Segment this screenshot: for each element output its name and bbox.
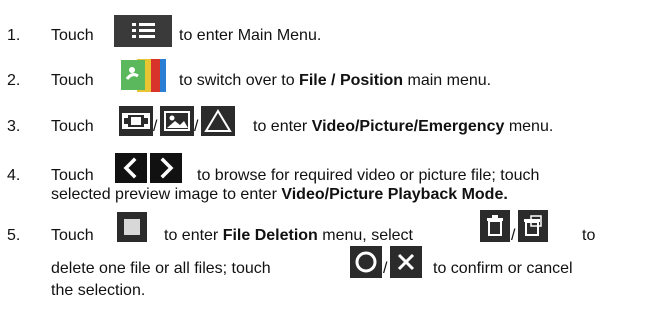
instruction-list: 1. Touch to enter Main Menu. 2. Touch to… [0,0,645,316]
icon-separator: / [511,227,516,244]
step-touch-label: Touch [51,72,94,89]
step-number: 2. [7,72,21,89]
icon-separator: / [153,118,158,135]
step-bold-text: Video/Picture/Emergency [311,118,505,135]
step-touch-label: Touch [51,227,94,244]
picture-icon [160,106,194,136]
icon-separator: / [194,118,199,135]
step-text-line3: to confirm or cancel [433,260,573,277]
step-number: 3. [7,118,21,135]
step-number: 1. [7,27,21,44]
step-bold-text: File Deletion [222,227,318,244]
step-text-line2: delete one file or all files; touch [51,260,271,277]
step-text-after: main menu. [403,72,492,89]
step-text-line2: selected preview image to enter [51,186,282,203]
step-text-line4: the selection. [51,282,146,299]
file-position-icon [115,59,173,92]
previous-icon [115,153,147,183]
step-to-label: to [582,227,596,244]
step-text: to enter [253,118,312,135]
step-number: 4. [7,167,21,184]
step-touch-label: Touch [51,118,94,135]
step-touch-label: Touch [51,167,94,184]
video-icon [119,106,153,136]
step-text-container: to switch over to File / Position main m… [179,72,491,90]
step-text-container: selected preview image to enter Video/Pi… [51,186,508,204]
icon-separator: / [383,260,388,277]
step-bold-text: Video/Picture Playback Mode. [281,186,508,203]
step-text-container: to enter File Deletion menu, select [164,227,413,245]
step-text-after: menu. [504,118,554,135]
step-touch-label: Touch [51,27,94,44]
file-deletion-icon [117,212,147,242]
delete-all-icon [518,210,548,242]
main-menu-icon [114,15,172,47]
step-text: to enter [164,227,223,244]
step-bold-text: File / Position [299,72,404,89]
step-text-container: to enter Video/Picture/Emergency menu. [253,118,553,136]
next-icon [150,153,182,183]
step-text: to browse for required video or picture … [197,167,540,184]
step-text-after: menu, select [317,227,413,244]
step-number: 5. [7,227,21,244]
step-text: to switch over to [179,72,300,89]
emergency-icon [201,106,235,136]
step-text: to enter Main Menu. [179,27,322,44]
confirm-icon [350,246,382,278]
cancel-icon [390,246,422,278]
delete-one-icon [480,210,510,242]
